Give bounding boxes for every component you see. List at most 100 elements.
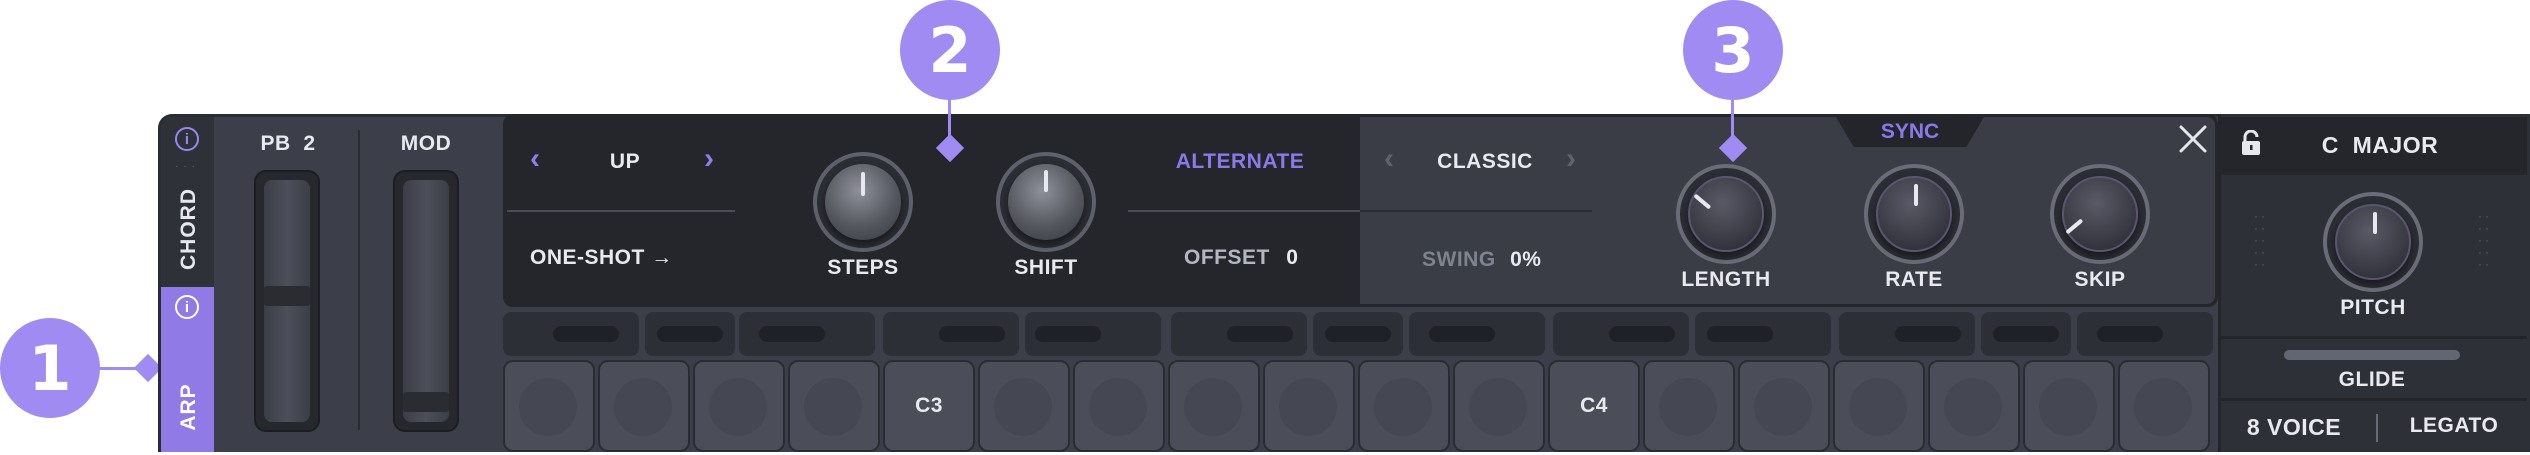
pad[interactable]	[1643, 360, 1735, 452]
pad[interactable]	[978, 360, 1070, 452]
wheel-divider	[358, 130, 360, 430]
pad-c4[interactable]: C4	[1548, 360, 1640, 452]
groove-divider	[1360, 210, 1592, 212]
voice-separator	[2221, 398, 2527, 401]
length-knob[interactable]	[1688, 176, 1764, 252]
rate-label: RATE	[1885, 268, 1943, 291]
step-slot[interactable]	[1025, 312, 1161, 356]
pitch-left-grip: ·· ·· ·· ·· ··	[2254, 209, 2268, 271]
pad[interactable]	[1358, 360, 1450, 452]
direction-divider	[507, 210, 735, 212]
groove-prev-button[interactable]: ‹	[1384, 142, 1394, 176]
step-slot[interactable]	[1409, 312, 1545, 356]
steps-knob-indicator	[861, 172, 865, 196]
offset-label: OFFSET	[1184, 246, 1270, 269]
mod-notch	[403, 392, 449, 412]
chord-info-icon[interactable]: i	[175, 127, 199, 151]
step-slot[interactable]	[883, 312, 1019, 356]
alternate-divider	[1128, 210, 1360, 212]
swing-label: SWING	[1422, 248, 1496, 271]
length-label: LENGTH	[1681, 268, 1771, 291]
groove-next-button[interactable]: ›	[1566, 142, 1576, 176]
key-scale[interactable]: C MAJOR	[2280, 132, 2480, 159]
pad[interactable]	[598, 360, 690, 452]
arp-info-icon[interactable]: i	[175, 295, 199, 319]
pad[interactable]	[1453, 360, 1545, 452]
pad-c4-label: C4	[1580, 394, 1608, 417]
pitch-knob[interactable]	[2335, 204, 2411, 280]
steps-label: STEPS	[827, 256, 899, 279]
pad[interactable]	[503, 360, 595, 452]
swing-control[interactable]: SWING 0%	[1422, 248, 1592, 272]
pad[interactable]	[1073, 360, 1165, 452]
pad[interactable]	[1263, 360, 1355, 452]
pitch-knob-indicator	[2373, 212, 2377, 234]
pad[interactable]	[788, 360, 880, 452]
pitch-bend-label: PB 2	[260, 132, 316, 155]
step-slot[interactable]	[1171, 312, 1307, 356]
tab-arp-label: ARP	[177, 383, 200, 431]
rate-knob-indicator	[1914, 184, 1918, 206]
lock-icon[interactable]	[2240, 129, 2264, 158]
direction-next-button[interactable]: ›	[704, 142, 714, 176]
callout-3: 3	[1683, 0, 1783, 100]
groove-value: CLASSIC	[1437, 150, 1533, 173]
shift-knob[interactable]	[1008, 164, 1084, 240]
length-knob-indicator	[1693, 193, 1712, 210]
pad-c3[interactable]: C3	[883, 360, 975, 452]
step-slot[interactable]	[1553, 312, 1689, 356]
step-slot[interactable]	[645, 312, 735, 356]
step-slot[interactable]	[2077, 312, 2213, 356]
callout-3-number: 3	[1711, 13, 1755, 87]
glide-slider[interactable]	[2284, 350, 2460, 360]
step-slot[interactable]	[739, 312, 875, 356]
pitch-label: PITCH	[2340, 296, 2406, 319]
shift-knob-indicator	[1044, 170, 1048, 192]
mod-label: MOD	[400, 132, 452, 155]
direction-value: UP	[609, 150, 641, 173]
grip-dots: ···	[175, 161, 200, 172]
offset-value: 0	[1286, 246, 1299, 269]
step-slot[interactable]	[1695, 312, 1831, 356]
legato-toggle[interactable]: LEGATO	[2392, 414, 2516, 438]
pitch-right-grip: ·· ·· ·· ·· ··	[2478, 209, 2492, 271]
step-slot[interactable]	[1839, 312, 1975, 356]
pad[interactable]	[1928, 360, 2020, 452]
step-slot[interactable]	[1313, 312, 1403, 356]
step-slot[interactable]	[503, 312, 639, 356]
pitch-bend-notch	[264, 286, 310, 306]
alternate-toggle[interactable]: ALTERNATE	[1140, 150, 1340, 174]
pad[interactable]	[2023, 360, 2115, 452]
pad[interactable]	[2118, 360, 2210, 452]
tab-arp[interactable]: i ARP	[161, 287, 214, 452]
pad[interactable]	[693, 360, 785, 452]
pad[interactable]	[1738, 360, 1830, 452]
tab-chord[interactable]: i ··· CHORD	[161, 117, 214, 285]
callout-1-number: 1	[28, 331, 72, 405]
voice-divider	[2376, 414, 2378, 442]
pad[interactable]	[1168, 360, 1260, 452]
direction-prev-button[interactable]: ‹	[530, 142, 540, 176]
callout-2-number: 2	[928, 13, 972, 87]
offset-control[interactable]: OFFSET 0	[1184, 246, 1344, 270]
pad-c3-label: C3	[915, 394, 943, 417]
rate-knob[interactable]	[1876, 176, 1952, 252]
shift-label: SHIFT	[1014, 256, 1078, 279]
voice-count[interactable]: 8 VOICE	[2232, 414, 2356, 441]
callout-1: 1	[0, 318, 100, 418]
skip-label: SKIP	[2074, 268, 2126, 291]
step-slots	[503, 312, 2218, 358]
step-slot[interactable]	[1981, 312, 2071, 356]
mod-wheel[interactable]	[403, 180, 449, 422]
skip-knob[interactable]	[2062, 176, 2138, 252]
mode-selector[interactable]: ONE-SHOT →	[530, 246, 720, 270]
sync-label: SYNC	[1880, 120, 1940, 143]
swing-value: 0%	[1510, 248, 1542, 271]
callout-2: 2	[900, 0, 1000, 100]
close-icon[interactable]	[2176, 122, 2212, 158]
tab-chord-label: CHORD	[177, 188, 200, 270]
pad-row: C3 C4	[503, 360, 2218, 452]
steps-knob[interactable]	[825, 164, 901, 240]
pad[interactable]	[1833, 360, 1925, 452]
glide-label: GLIDE	[2338, 368, 2406, 391]
